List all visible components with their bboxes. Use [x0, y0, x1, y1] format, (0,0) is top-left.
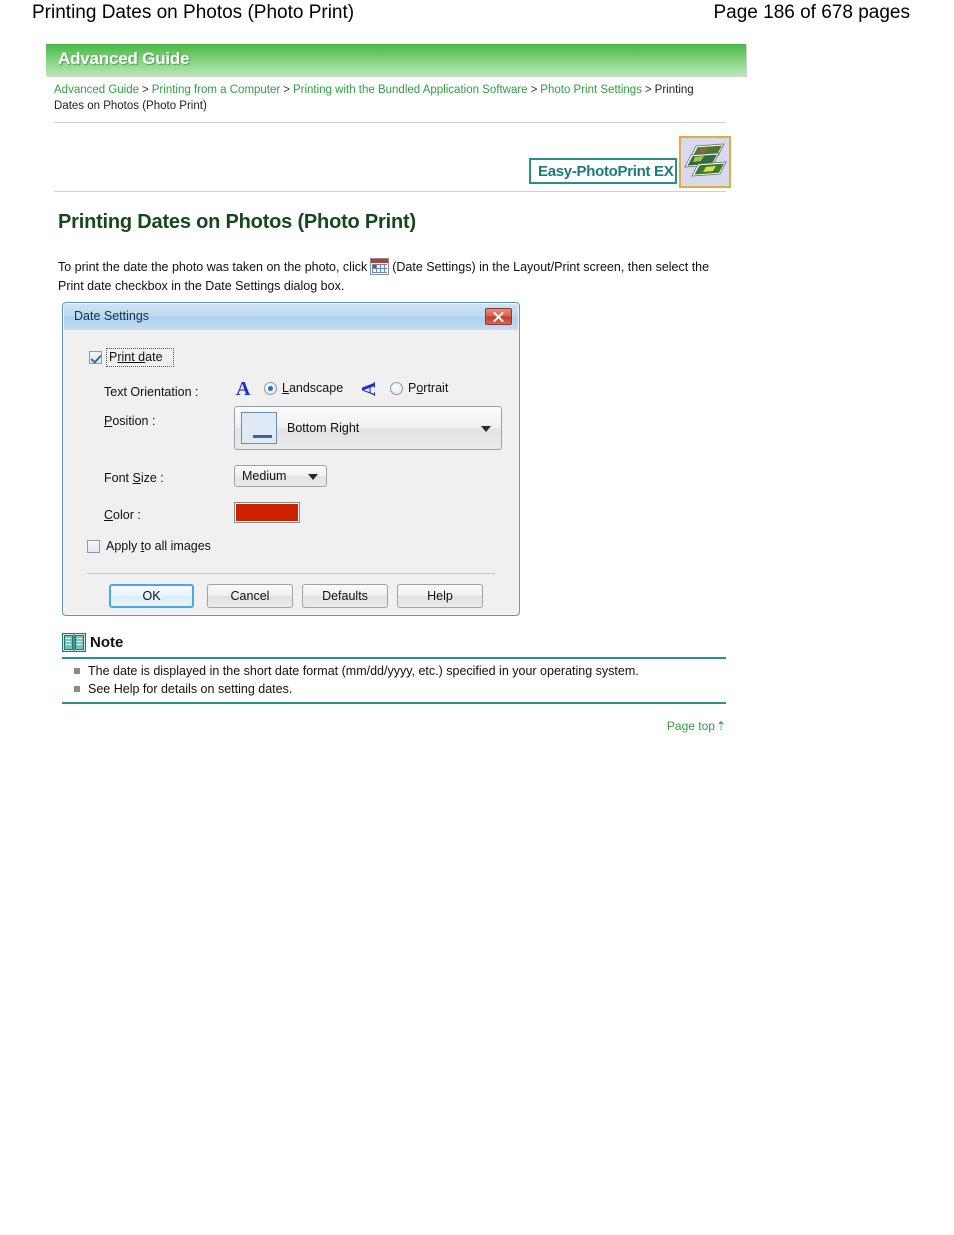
page-title: Printing Dates on Photos (Photo Print): [32, 2, 355, 23]
page-top-link[interactable]: Page top⇡: [667, 719, 726, 733]
help-button[interactable]: Help: [397, 584, 483, 608]
print-date-checkbox[interactable]: [89, 351, 102, 364]
dialog-separator: [87, 573, 495, 574]
color-label: Color :: [104, 508, 141, 522]
note-title: Note: [90, 634, 124, 651]
open-book-icon: [61, 632, 87, 653]
dialog-body: Print date Text Orientation : A Landscap…: [64, 330, 518, 614]
photo-stack-icon: [679, 136, 731, 188]
ok-button[interactable]: OK: [109, 584, 194, 608]
bullet-icon: [74, 668, 80, 674]
text-orientation-label: Text Orientation :: [104, 385, 199, 399]
landscape-radio[interactable]: [264, 382, 277, 395]
breadcrumb-item-photo-print-settings[interactable]: Photo Print Settings: [540, 84, 642, 96]
breadcrumb-item-bundled-application-software[interactable]: Printing with the Bundled Application So…: [293, 84, 528, 96]
list-item: The date is displayed in the short date …: [62, 662, 726, 680]
print-date-label: Print date: [109, 350, 163, 364]
breadcrumb-separator: >: [142, 84, 149, 96]
note-list: The date is displayed in the short date …: [62, 662, 726, 698]
portrait-radio[interactable]: [390, 382, 403, 395]
note-item-text: The date is displayed in the short date …: [88, 664, 639, 678]
intro-paragraph: To print the date the photo was taken on…: [58, 257, 738, 296]
easy-photoprint-ex-badge: Easy-PhotoPrint EX: [529, 158, 677, 184]
chevron-down-icon: [308, 474, 318, 480]
breadcrumb-separator: >: [644, 84, 652, 96]
font-size-label: Font Size :: [104, 471, 164, 485]
apply-to-all-images-checkbox[interactable]: [87, 540, 100, 553]
apply-to-all-images-label: Apply to all images: [106, 539, 211, 553]
advanced-guide-banner-label: Advanced Guide: [58, 49, 190, 68]
bullet-icon: [74, 686, 80, 692]
position-combobox[interactable]: Bottom Right: [234, 406, 502, 450]
dialog-titlebar[interactable]: Date Settings: [64, 304, 518, 330]
dialog-title: Date Settings: [74, 309, 150, 323]
breadcrumb: Advanced Guide > Printing from a Computer >…: [54, 82, 726, 114]
landscape-orientation-icon: A: [236, 378, 251, 400]
easy-photoprint-ex-label: Easy-PhotoPrint EX: [538, 163, 674, 180]
breadcrumb-separator: >: [530, 84, 538, 96]
list-item: See Help for details on setting dates.: [62, 680, 726, 698]
page-header: Printing Dates on Photos (Photo Print) P…: [0, 0, 954, 32]
breadcrumb-separator: >: [283, 84, 290, 96]
close-icon[interactable]: [485, 308, 512, 325]
note-divider-bottom: [62, 702, 726, 704]
chevron-down-icon: [481, 426, 491, 432]
intro-paragraph-part1: To print the date the photo was taken on…: [58, 259, 368, 274]
arrow-up-icon: ⇡: [715, 719, 726, 733]
note-item-text: See Help for details on setting dates.: [88, 682, 293, 696]
date-settings-icon: [370, 257, 390, 275]
header-divider: [54, 122, 726, 123]
position-label: Position :: [104, 414, 156, 428]
note-divider-top: [62, 657, 726, 659]
page-indicator: Page 186 of 678 pages: [713, 2, 910, 23]
date-settings-dialog: Date Settings Print date Text Orientatio…: [62, 302, 520, 616]
page-top-label: Page top: [666, 719, 715, 733]
position-value: Bottom Right: [287, 421, 360, 435]
portrait-radio-label: Portrait: [408, 381, 449, 395]
portrait-orientation-icon: A: [358, 381, 381, 397]
font-size-combobox[interactable]: Medium: [234, 465, 327, 487]
position-bottom-right-icon: [241, 412, 277, 444]
color-swatch[interactable]: [234, 502, 300, 523]
defaults-button[interactable]: Defaults: [302, 584, 388, 608]
breadcrumb-item-printing-from-a-computer[interactable]: Printing from a Computer: [152, 84, 280, 96]
breadcrumb-item-advanced-guide[interactable]: Advanced Guide: [54, 84, 139, 96]
main-heading: Printing Dates on Photos (Photo Print): [58, 211, 416, 234]
font-size-value: Medium: [242, 469, 287, 483]
logo-divider: [54, 191, 726, 192]
advanced-guide-banner: Advanced Guide: [46, 44, 746, 76]
landscape-radio-label: Landscape: [282, 381, 344, 395]
cancel-button[interactable]: Cancel: [207, 584, 293, 608]
